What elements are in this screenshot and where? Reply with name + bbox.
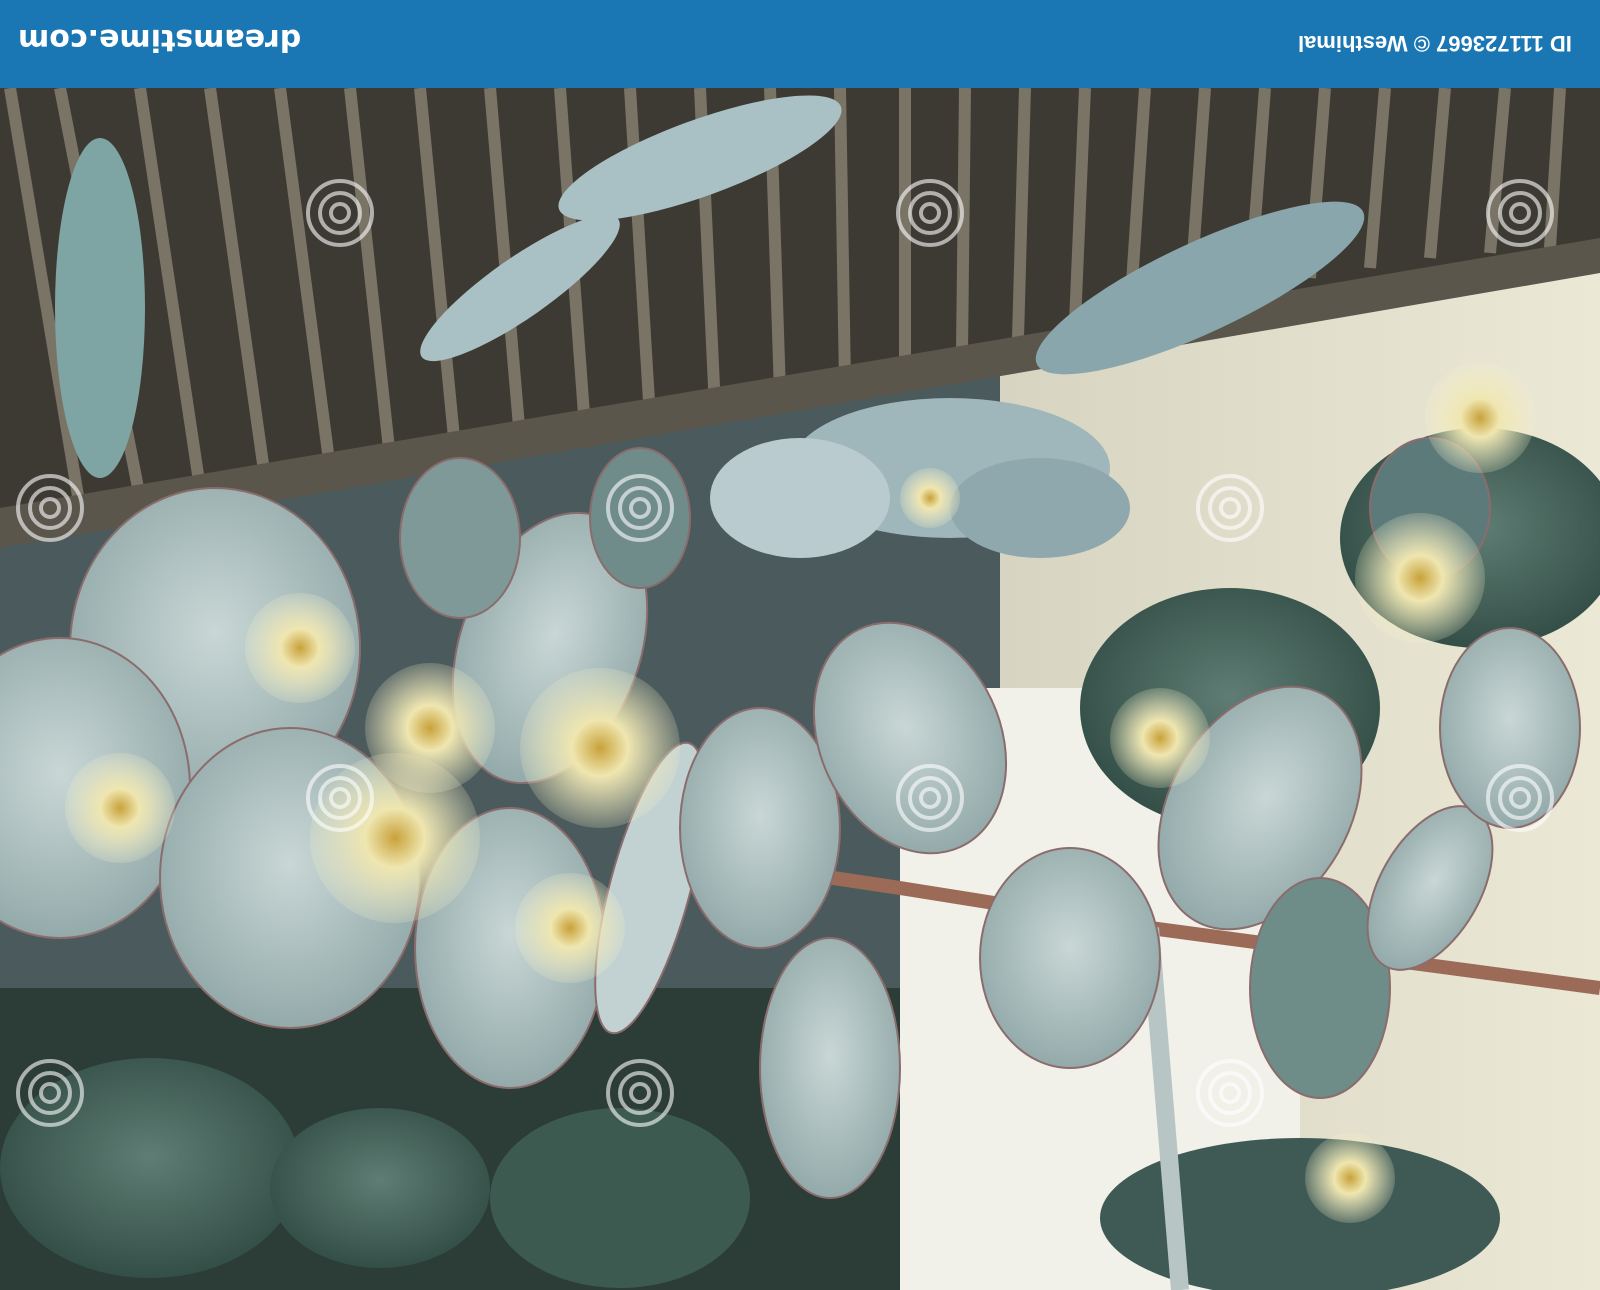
watermark-site-text: dreamstime.com: [18, 22, 302, 57]
watermark-id-text: ID 111723667 © Westhimal: [1298, 31, 1572, 56]
watermark-banner: dreamstime.com ID 111723667 © Westhimal: [0, 0, 1600, 88]
photo: [0, 88, 1600, 1290]
